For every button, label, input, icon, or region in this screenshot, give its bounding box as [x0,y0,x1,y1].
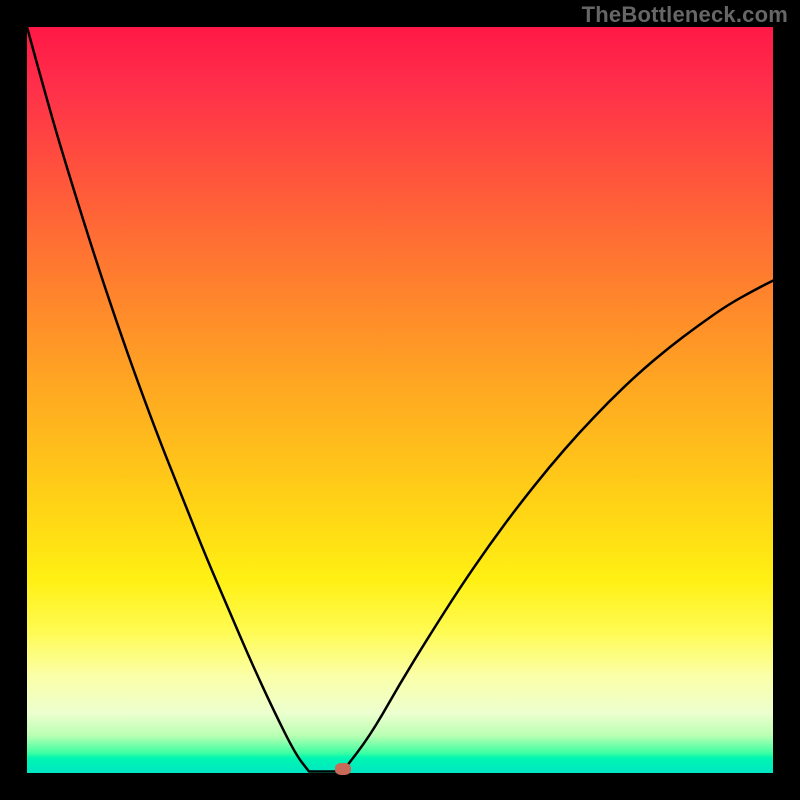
watermark-text: TheBottleneck.com [582,2,788,28]
chart-container: TheBottleneck.com [0,0,800,800]
bottleneck-curve [27,27,773,773]
plot-area-frame [27,27,773,773]
curve-path [27,27,773,772]
bottleneck-marker-icon [335,763,351,775]
